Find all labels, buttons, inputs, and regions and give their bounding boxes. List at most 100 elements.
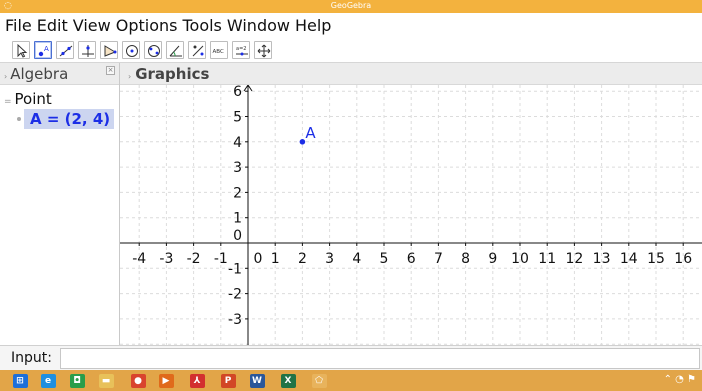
line-tool-button[interactable] [56,41,74,59]
svg-text:A: A [44,45,49,53]
powerpoint-button[interactable]: P [214,371,242,390]
y-tick-label: 6 [233,85,242,100]
coordinate-plane[interactable]: -4 -3 -2 -1 0 1 2 3 4 5 6 7 8 9 10 11 12 13 14 15 166543210-… [120,84,702,345]
chevron-right-icon: › [4,72,8,81]
svg-text:a=2: a=2 [236,46,246,52]
x-tick-label: 16 [674,251,692,267]
x-tick-label: 1 [271,251,280,267]
angle-tool-button[interactable] [166,41,184,59]
x-tick-label: 8 [461,251,470,267]
x-tick-label: 2 [298,251,307,267]
excel-button[interactable]: X [274,371,302,390]
menu-options[interactable]: Options [116,16,178,35]
slider-tool-button[interactable]: a=2 [232,41,250,59]
window-title: GeoGebra [330,1,372,10]
x-tick-label: -3 [159,251,173,267]
y-tick-label: 1 [233,211,242,227]
circle-tool-icon [126,45,138,57]
polygon-tool-button[interactable] [100,41,118,59]
store-button[interactable]: ◘ [63,371,91,390]
algebra-header[interactable]: › Algebra × [0,63,119,85]
graphics-title: Graphics [135,65,210,83]
internet-explorer-button[interactable]: e [34,371,62,390]
file-explorer-icon: ▬ [98,373,114,388]
input-field[interactable] [60,348,700,369]
y-tick-label: -2 [228,287,242,303]
media-player-icon: ▶ [158,373,174,388]
move-view-tool-icon [257,44,271,58]
polygon-tool-icon [104,45,117,57]
ellipse-tool-icon [148,45,160,57]
media-player-button[interactable]: ▶ [152,371,180,390]
x-tick-label: 12 [565,251,583,267]
x-tick-label: 10 [511,251,529,267]
graphics-header[interactable]: › Graphics [120,63,702,85]
reflect-tool-icon [192,45,204,57]
chevron-right-icon: › [128,72,132,81]
svg-text:ABC: ABC [213,49,224,55]
x-tick-label: 0 [254,251,263,267]
algebra-item-point-a[interactable]: A = (2, 4) [17,109,114,129]
windows-start-icon: ⊞ [12,373,28,388]
menu-file[interactable]: File [5,16,32,35]
word-button[interactable]: W [243,371,271,390]
x-tick-label: 11 [538,251,556,267]
x-tick-label: 13 [593,251,611,267]
algebra-category[interactable]: = Point [0,89,119,109]
x-tick-label: 6 [407,251,416,267]
menu-window[interactable]: Window [227,16,290,35]
menu-edit[interactable]: Edit [37,16,68,35]
visibility-toggle-icon[interactable] [17,117,21,121]
file-explorer-button[interactable]: ▬ [92,371,120,390]
point-tool-button[interactable]: A [34,41,52,59]
acrobat-icon: ⅄ [189,373,205,388]
internet-explorer-icon: e [40,373,56,388]
menu-tools[interactable]: Tools [182,16,221,35]
windows-start-button[interactable]: ⊞ [6,371,34,390]
circle-tool-button[interactable] [122,41,140,59]
line-tool-icon [59,45,73,57]
input-bar: Input: [0,345,702,370]
x-tick-label: -1 [214,251,228,267]
move-tool-button[interactable] [12,41,30,59]
close-icon[interactable]: × [106,66,115,75]
chrome-button[interactable]: ● [124,371,152,390]
move-view-tool-button[interactable] [254,41,272,59]
geogebra-taskbar-icon: ⬠ [311,373,327,388]
x-tick-label: 3 [325,251,334,267]
point-a[interactable] [299,139,306,145]
reflect-tool-button[interactable] [188,41,206,59]
ellipse-tool-button[interactable] [144,41,162,59]
powerpoint-icon: P [220,373,236,388]
store-icon: ◘ [69,373,85,388]
x-tick-label: -2 [187,251,201,267]
collapse-icon[interactable]: = [4,97,12,107]
perpendicular-tool-icon [82,45,94,57]
text-tool-button[interactable]: ABC [210,41,228,59]
point-a-label[interactable]: A [305,124,316,142]
menu-bar: File Edit View Options Tools Window Help [0,13,702,37]
algebra-item-label: A = (2, 4) [30,110,111,128]
graphics-view[interactable]: -4 -3 -2 -1 0 1 2 3 4 5 6 7 8 9 10 11 12 13 14 15 16 6 5 4 3 2 1 0-… [120,84,702,345]
taskbar: ⊞ e ◘ ▬ ● ▶ ⅄ P W X ⬠ ⌃ ◔ ⚑ [0,370,702,391]
x-tick-label: 4 [352,251,361,267]
algebra-title: Algebra [10,65,69,83]
menu-view[interactable]: View [73,16,111,35]
geogebra-taskbar-button[interactable]: ⬠ [305,371,333,390]
toolbar: A ABC a=2 [0,37,702,63]
chrome-icon: ● [130,373,146,388]
acrobat-button[interactable]: ⅄ [183,371,211,390]
title-bar: ◌ GeoGebra [0,0,702,13]
system-tray[interactable]: ⌃ ◔ ⚑ [664,374,696,385]
menu-help[interactable]: Help [295,16,331,35]
x-tick-label: 7 [434,251,443,267]
category-label: Point [14,90,52,108]
y-tick-label: -1 [228,261,242,277]
y-tick-label: 3 [233,160,242,176]
excel-icon: X [280,373,296,388]
y-tick-label: 4 [233,135,242,151]
y-tick-label: 5 [233,110,242,126]
perpendicular-tool-button[interactable] [78,41,96,59]
angle-tool-icon [169,45,182,57]
move-tool-icon [17,43,28,58]
